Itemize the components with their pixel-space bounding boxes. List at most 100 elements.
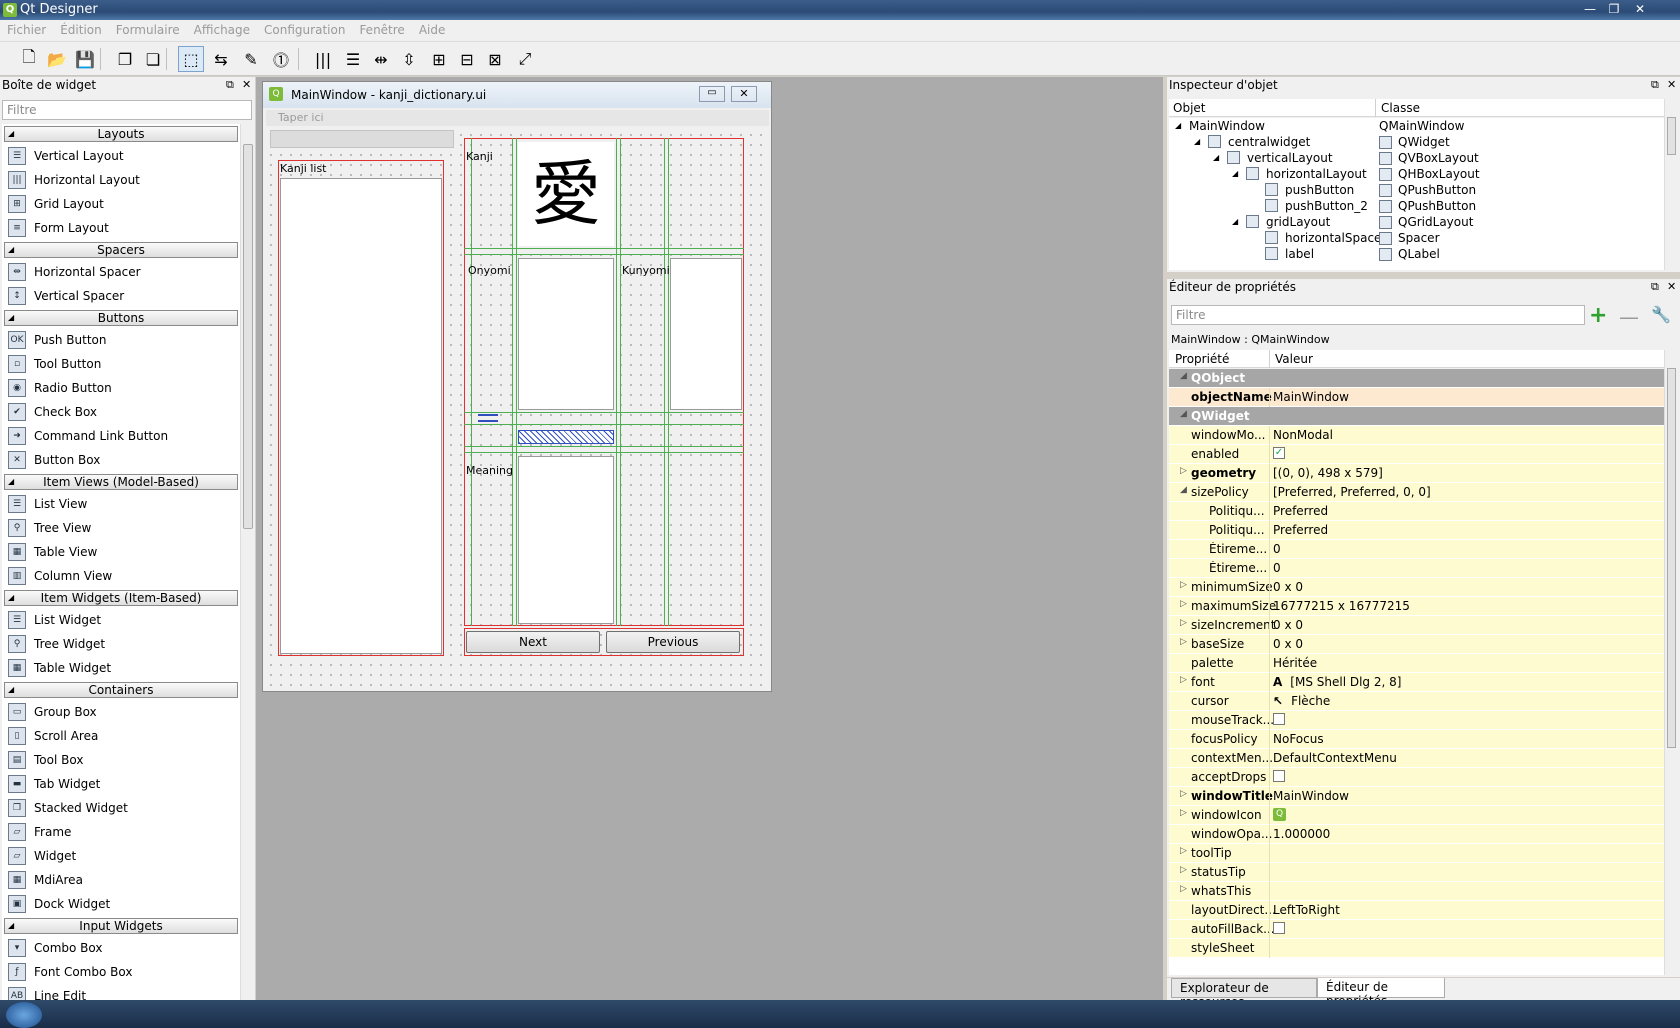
widget-item[interactable]: ✔ Check Box xyxy=(2,400,240,424)
object-tree-row[interactable]: pushButton QPushButton xyxy=(1169,182,1664,198)
widget-item[interactable]: ◉ Radio Button xyxy=(2,376,240,400)
widget-item[interactable]: ▬ Tab Widget xyxy=(2,772,240,796)
property-value[interactable]: 0 x 0 xyxy=(1273,618,1303,632)
widget-item[interactable]: ▫ Tool Button xyxy=(2,352,240,376)
widget-item[interactable]: ⚲ Tree Widget xyxy=(2,632,240,656)
collapse-icon[interactable]: ◢ xyxy=(8,919,14,933)
property-row[interactable]: palette Héritée xyxy=(1169,654,1664,673)
property-value[interactable]: Preferred xyxy=(1273,504,1328,518)
property-row[interactable]: ▷ windowIcon Q xyxy=(1169,806,1664,825)
previous-button[interactable]: Previous xyxy=(606,631,740,653)
horizontal-layout-icon[interactable]: ||| xyxy=(310,46,336,72)
property-row[interactable]: Politiqu... Preferred xyxy=(1169,521,1664,540)
widget-item[interactable]: ▱ Frame xyxy=(2,820,240,844)
property-row[interactable]: ▷ whatsThis xyxy=(1169,882,1664,901)
grid-layout-icon[interactable]: ⊞ xyxy=(426,46,452,72)
design-window-titlebar[interactable]: Q MainWindow - kanji_dictionary.ui ▭ ✕ xyxy=(263,82,771,108)
edit-tab-order-icon[interactable]: ⓵ xyxy=(268,46,294,72)
minimize-icon[interactable]: — xyxy=(1580,1,1600,17)
menu-item[interactable]: Formulaire xyxy=(109,20,187,40)
restore-icon[interactable]: ❐ xyxy=(1604,1,1624,17)
object-tree-row[interactable]: ◢ centralwidget QWidget xyxy=(1169,134,1664,150)
widget-category[interactable]: ◢ Buttons xyxy=(4,310,238,326)
property-row[interactable]: ▷ font A [MS Shell Dlg 2, 8] xyxy=(1169,673,1664,692)
expand-icon[interactable]: ▷ xyxy=(1180,865,1187,875)
col-class[interactable]: Classe xyxy=(1381,101,1420,115)
property-row[interactable]: ▷ geometry [(0, 0), 498 x 579] xyxy=(1169,464,1664,483)
property-value[interactable]: NoFocus xyxy=(1273,732,1324,746)
property-value[interactable]: [MS Shell Dlg 2, 8] xyxy=(1290,675,1401,689)
property-row[interactable]: enabled ✓ xyxy=(1169,445,1664,464)
expand-icon[interactable]: ◢ xyxy=(1194,137,1200,146)
float-icon[interactable]: ⧉ xyxy=(226,78,234,92)
widget-item[interactable]: ▱ Widget xyxy=(2,844,240,868)
remove-property-icon[interactable]: — xyxy=(1619,305,1639,329)
widget-category[interactable]: ◢ Layouts xyxy=(4,126,238,142)
float-icon[interactable]: ⧉ xyxy=(1651,280,1659,294)
paste-icon[interactable]: ❏ xyxy=(140,46,166,72)
expand-icon[interactable]: ▷ xyxy=(1180,580,1187,590)
widget-item[interactable]: AB Line Edit xyxy=(2,984,240,1000)
save-icon[interactable]: 💾 xyxy=(72,46,98,72)
scroll-thumb[interactable] xyxy=(243,144,253,529)
property-value[interactable]: MainWindow xyxy=(1273,789,1349,803)
menu-item[interactable]: Configuration xyxy=(257,20,352,40)
widget-category[interactable]: ◢ Item Widgets (Item-Based) xyxy=(4,590,238,606)
form-menubar[interactable]: Taper ici xyxy=(266,110,769,126)
expand-icon[interactable]: ▷ xyxy=(1180,637,1187,647)
collapse-icon[interactable]: ◢ xyxy=(8,683,14,697)
collapse-icon[interactable]: ◢ xyxy=(8,243,14,257)
col-object[interactable]: Objet xyxy=(1173,101,1205,115)
property-value[interactable]: MainWindow xyxy=(1273,390,1349,404)
expand-icon[interactable]: ▷ xyxy=(1180,599,1187,609)
widget-item[interactable]: ▭ Group Box xyxy=(2,700,240,724)
property-row[interactable]: windowMo... NonModal xyxy=(1169,426,1664,445)
kanji-list-widget[interactable] xyxy=(280,178,442,654)
scroll-thumb[interactable] xyxy=(1667,368,1676,748)
expand-icon[interactable]: ▷ xyxy=(1180,789,1187,799)
edit-widgets-icon[interactable]: ⬚ xyxy=(178,46,204,72)
close-icon[interactable]: ✕ xyxy=(731,86,757,102)
scroll-thumb[interactable] xyxy=(1667,117,1676,155)
property-value[interactable]: 16777215 x 16777215 xyxy=(1273,599,1410,613)
widget-item[interactable]: ▤ Tool Box xyxy=(2,748,240,772)
property-row[interactable]: ▷ statusTip xyxy=(1169,863,1664,882)
property-value[interactable]: DefaultContextMenu xyxy=(1273,751,1397,765)
property-value[interactable]: 0 xyxy=(1273,561,1281,575)
widget-item[interactable]: ▦ Table View xyxy=(2,540,240,564)
property-row[interactable]: windowOpa... 1.000000 xyxy=(1169,825,1664,844)
col-value[interactable]: Valeur xyxy=(1275,352,1313,366)
widget-item[interactable]: ➜ Command Link Button xyxy=(2,424,240,448)
menu-item[interactable]: Affichage xyxy=(187,20,257,40)
object-tree-row[interactable]: ◢ gridLayout QGridLayout xyxy=(1169,214,1664,230)
collapse-icon[interactable]: ◢ xyxy=(8,127,14,141)
menu-item[interactable]: Fichier xyxy=(0,20,53,40)
property-row[interactable]: ◢ QWidget xyxy=(1169,407,1664,426)
expand-icon[interactable]: ▷ xyxy=(1180,675,1187,685)
property-row[interactable]: Étireme... 0 xyxy=(1169,559,1664,578)
property-scrollbar[interactable] xyxy=(1664,350,1678,975)
minimize-icon[interactable]: ▭ xyxy=(699,86,725,102)
collapse-icon[interactable]: ◢ xyxy=(8,591,14,605)
float-icon[interactable]: ⧉ xyxy=(1651,78,1659,92)
edit-signals-icon[interactable]: ⇆ xyxy=(208,46,234,72)
expand-icon[interactable]: ◢ xyxy=(1180,485,1187,495)
property-row[interactable]: ▷ baseSize 0 x 0 xyxy=(1169,635,1664,654)
form-layout-icon[interactable]: ⊟ xyxy=(454,46,480,72)
widget-item[interactable]: ✕ Button Box xyxy=(2,448,240,472)
widget-item[interactable]: ▣ Dock Widget xyxy=(2,892,240,916)
widget-item[interactable]: ↕ Vertical Spacer xyxy=(2,284,240,308)
property-row[interactable]: ◢ QObject xyxy=(1169,369,1664,388)
widget-category[interactable]: ◢ Input Widgets xyxy=(4,918,238,934)
property-value[interactable]: LeftToRight xyxy=(1273,903,1340,917)
menu-item[interactable]: Aide xyxy=(412,20,453,40)
collapse-icon[interactable]: ◢ xyxy=(1180,371,1187,381)
new-file-icon[interactable]: 🗋 xyxy=(16,46,42,72)
collapse-icon[interactable]: ◢ xyxy=(1180,409,1187,419)
form-canvas[interactable]: Taper ici Kanji list Kanji 愛 Onyomi Kuny… xyxy=(266,110,769,690)
widget-list-scrollbar[interactable] xyxy=(240,124,254,1000)
property-value[interactable]: Preferred xyxy=(1273,523,1328,537)
property-checkbox[interactable] xyxy=(1273,922,1285,934)
property-row[interactable]: ▷ windowTitle MainWindow xyxy=(1169,787,1664,806)
col-property[interactable]: Propriété xyxy=(1175,352,1229,366)
